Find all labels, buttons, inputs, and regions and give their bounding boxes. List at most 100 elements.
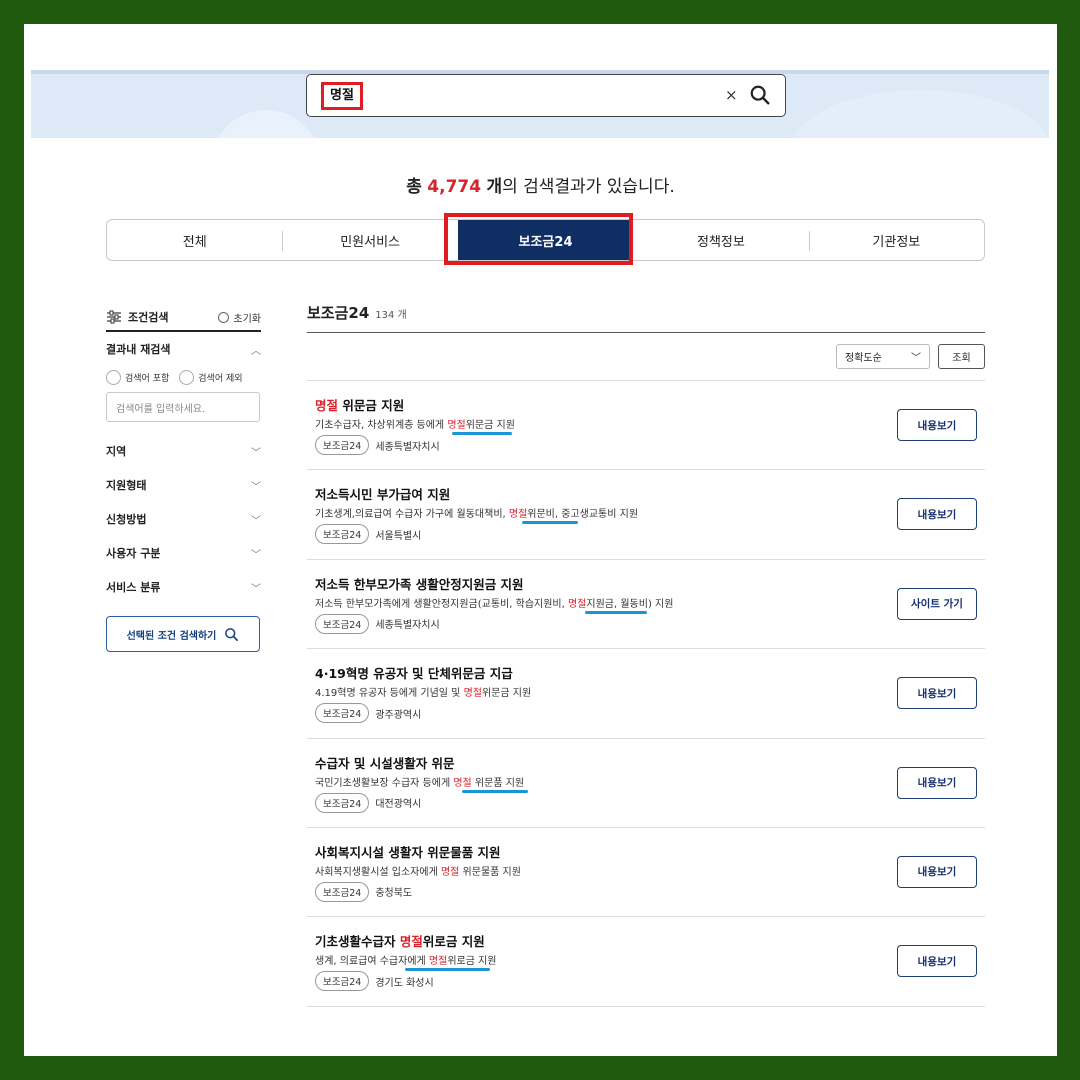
filter-support-type[interactable]: 지원형태 ﹀ <box>106 468 261 502</box>
result-action-button[interactable]: 내용보기 <box>897 498 977 531</box>
chevron-up-icon: ︿ <box>251 345 261 357</box>
result-meta: 보조금24 대전광역시 <box>315 792 421 813</box>
apply-filters-button[interactable]: 선택된 조건 검색하기 <box>106 616 260 652</box>
filter-service-category[interactable]: 서비스 분류 ﹀ <box>106 570 261 604</box>
filter-list: 지역 ﹀ 지원형태 ﹀ 신청방법 ﹀ 사용자 구분 ﹀ 서비스 분류 ﹀ <box>106 434 261 604</box>
result-title-text: 위문금 지원 <box>338 398 405 413</box>
result-org: 경기도 화성시 <box>375 977 434 989</box>
refine-keyword-input[interactable]: 검색어를 입력하세요. <box>106 392 260 422</box>
tab-agency-info[interactable]: 기관정보 <box>808 220 984 260</box>
chevron-down-icon: ﹀ <box>251 583 261 595</box>
exclude-keyword-radio[interactable]: 검색어 제외 <box>179 370 243 385</box>
filter-region[interactable]: 지역 ﹀ <box>106 434 261 468</box>
result-description: 국민기초생활보장 수급자 등에게 명절 위문품 지원 <box>315 774 524 789</box>
result-title[interactable]: 기초생활수급자 명절위로금 지원 <box>315 931 485 950</box>
filter-title: 조건검색 <box>106 309 168 325</box>
result-desc-text: 기초수급자, 차상위계층 등에게 <box>315 420 448 431</box>
banner-decoration <box>211 110 321 138</box>
result-title-highlight: 명절 <box>399 934 423 950</box>
results-count: 134 개 <box>375 310 407 321</box>
result-org: 광주광역시 <box>375 709 422 721</box>
result-description: 저소득 한부모가족에게 생활안정지원금(교통비, 학습지원비, 명절지원금, 월… <box>315 595 673 610</box>
result-desc-text: 저소득 한부모가족에게 생활안정지원금(교통비, 학습지원비, <box>315 598 568 610</box>
result-meta: 보조금24 세종특별자치시 <box>315 613 440 634</box>
result-description: 기초생계,의료급여 수급자 가구에 월동대책비, 명절위문비, 중고생교통비 지… <box>315 505 638 520</box>
result-summary: 총 4,774 개의 검색결과가 있습니다. <box>24 172 1057 197</box>
result-desc-highlight: 명절 <box>453 777 472 789</box>
filter-user-type[interactable]: 사용자 구분 ﹀ <box>106 536 261 570</box>
banner-decoration <box>791 90 1049 138</box>
result-action-button[interactable]: 내용보기 <box>897 945 977 978</box>
result-desc-highlight: 명절 <box>508 509 528 521</box>
result-action-button[interactable]: 사이트 가기 <box>897 587 977 620</box>
results-title: 보조금24 <box>307 304 370 322</box>
summary-count: 4,774 <box>427 177 482 197</box>
radio-icon <box>106 370 121 385</box>
result-description: 사회복지생활시설 입소자에게 명절 위문물품 지원 <box>315 863 521 878</box>
result-title[interactable]: 명절 위문금 지원 <box>315 395 404 414</box>
include-keyword-label: 검색어 포함 <box>125 374 170 384</box>
result-org: 세종특별자치시 <box>375 620 440 632</box>
result-tag: 보조금24 <box>315 613 370 634</box>
result-title[interactable]: 사회복지시설 생활자 위문물품 지원 <box>315 842 501 861</box>
filter-apply-method[interactable]: 신청방법 ﹀ <box>106 502 261 536</box>
result-title-text: 사회복지시설 생활자 위문물품 지원 <box>315 844 501 860</box>
apply-filters-label: 선택된 조건 검색하기 <box>126 630 217 642</box>
exclude-keyword-label: 검색어 제외 <box>198 374 243 384</box>
result-action-button[interactable]: 내용보기 <box>897 409 977 441</box>
reset-button[interactable]: 초기화 <box>218 310 261 325</box>
sort-submit-button[interactable]: 조회 <box>938 344 985 369</box>
result-title[interactable]: 수급자 및 시설생활자 위문 <box>315 753 455 772</box>
result-item: 사회복지시설 생활자 위문물품 지원 사회복지생활시설 입소자에게 명절 위문물… <box>307 828 985 918</box>
result-item: 기초생활수급자 명절위로금 지원 생계, 의료급여 수급자에게 명절위로금 지원… <box>307 917 985 1007</box>
result-title[interactable]: 저소득 한부모가족 생활안정지원금 지원 <box>315 574 524 593</box>
filter-sliders-icon <box>107 310 121 324</box>
result-desc-highlight: 명절 <box>440 866 460 878</box>
chevron-down-icon: ﹀ <box>251 447 261 459</box>
filter-header: 조건검색 초기화 <box>106 304 261 332</box>
result-desc-highlight: 명절 <box>428 956 448 968</box>
chevron-down-icon: ﹀ <box>911 353 921 364</box>
result-org: 충청북도 <box>375 888 413 900</box>
result-desc-text: 생계, 의료급여 수급자에게 <box>315 956 429 968</box>
result-title-text: 저소득시민 부가급여 지원 <box>315 487 451 503</box>
filter-label: 사용자 구분 <box>106 547 161 560</box>
keyword-underline <box>452 432 512 435</box>
search-input[interactable]: 명절 × <box>306 74 786 117</box>
result-desc-text: 국민기초생활보장 수급자 등에게 <box>315 777 454 789</box>
refine-search-toggle[interactable]: 결과내 재검색 ︿ <box>106 332 261 366</box>
tab-civil-service[interactable]: 민원서비스 <box>282 220 457 260</box>
search-icon[interactable] <box>749 84 771 106</box>
result-action-button[interactable]: 내용보기 <box>897 677 977 710</box>
results-header: 보조금24 134 개 <box>307 302 985 333</box>
result-meta: 보조금24 광주광역시 <box>315 703 422 724</box>
sort-selected: 정확도순 <box>845 353 882 364</box>
result-desc-text: 위문비, 중고생교통비 지원 <box>527 509 639 521</box>
results-panel: 보조금24 134 개 정확도순 ﹀ 조회 명절 위문금 지원 기초수급자, 차… <box>307 302 985 1007</box>
result-list: 명절 위문금 지원 기초수급자, 차상위계층 등에게 명절위문금 지원 보조금2… <box>307 381 985 1007</box>
sort-select[interactable]: 정확도순 ﹀ <box>836 344 930 369</box>
chevron-down-icon: ﹀ <box>251 549 261 561</box>
keyword-underline <box>522 521 578 525</box>
include-keyword-radio[interactable]: 검색어 포함 <box>106 370 169 385</box>
result-meta: 보조금24 경기도 화성시 <box>315 971 434 992</box>
result-title-text: 위로금 지원 <box>422 934 485 950</box>
result-tag: 보조금24 <box>315 524 370 545</box>
result-item: 저소득시민 부가급여 지원 기초생계,의료급여 수급자 가구에 월동대책비, 명… <box>307 470 985 560</box>
result-title-text: 수급자 및 시설생활자 위문 <box>315 755 455 771</box>
search-query-text[interactable]: 명절 <box>321 82 363 110</box>
result-desc-text: 위문금 지원 <box>481 688 532 700</box>
result-desc-text: 위문물품 지원 <box>459 866 521 878</box>
tab-policy-info[interactable]: 정책정보 <box>633 220 808 260</box>
result-title[interactable]: 저소득시민 부가급여 지원 <box>315 484 450 503</box>
tab-all[interactable]: 전체 <box>107 220 282 260</box>
result-title-text: 기초생활수급자 <box>315 934 400 950</box>
clear-icon[interactable]: × <box>725 86 738 104</box>
result-tag: 보조금24 <box>315 881 370 902</box>
result-action-button[interactable]: 내용보기 <box>897 766 977 799</box>
result-title-highlight: 명절 <box>315 398 339 413</box>
result-title[interactable]: 4·19혁명 유공자 및 단체위문금 지급 <box>315 663 513 682</box>
result-action-button[interactable]: 내용보기 <box>897 855 977 888</box>
result-tag: 보조금24 <box>315 435 370 455</box>
result-tag: 보조금24 <box>315 703 370 724</box>
